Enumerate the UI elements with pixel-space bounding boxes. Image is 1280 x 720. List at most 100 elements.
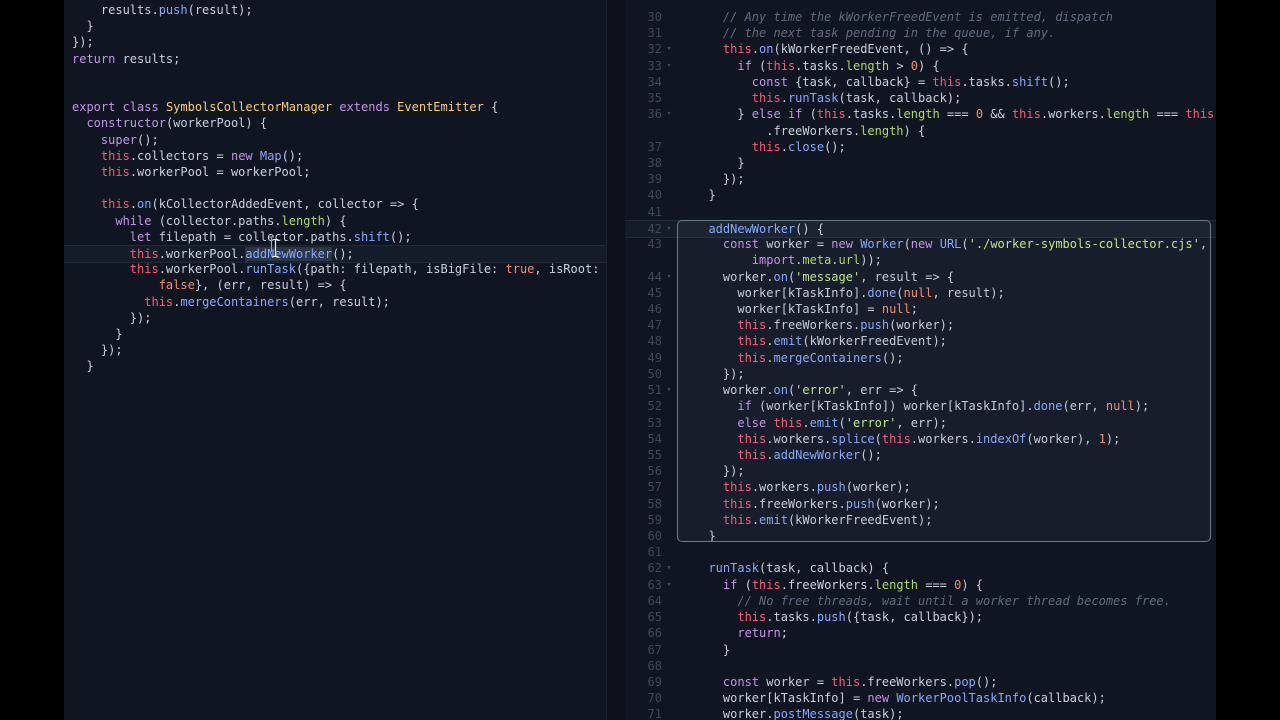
line-number: 62 bbox=[647, 561, 662, 576]
code-text: this.on(kWorkerFreedEvent, () => { bbox=[722, 42, 969, 57]
left-code-line[interactable] bbox=[64, 180, 606, 196]
left-editor-pane[interactable]: results.push(result); }}); return results… bbox=[64, 0, 606, 720]
right-code-line[interactable]: 63 ▾ if (this.freeWorkers.length === 0) { bbox=[625, 577, 1216, 593]
left-code-line[interactable]: while (collector.paths.length) { bbox=[64, 213, 606, 229]
right-code-line[interactable]: 60 } bbox=[625, 528, 1216, 544]
left-code-line[interactable]: } bbox=[64, 326, 606, 342]
code-text: this.workers.push(worker); bbox=[722, 480, 911, 495]
right-code-line[interactable]: 68 bbox=[625, 658, 1216, 674]
code-text: }); bbox=[72, 35, 94, 50]
right-code-line[interactable]: 43 const worker = new Worker(new URL('./… bbox=[625, 236, 1216, 252]
fold-chevron-icon[interactable]: ▾ bbox=[665, 560, 673, 576]
code-text: this.on(kCollectorAddedEvent, collector … bbox=[100, 197, 419, 212]
fold-chevron-icon[interactable]: ▾ bbox=[665, 577, 673, 593]
right-code-line[interactable]: 70 worker[kTaskInfo] = new WorkerPoolTas… bbox=[625, 690, 1216, 706]
right-code-line[interactable]: 34 const {task, callback} = this.tasks.s… bbox=[625, 74, 1216, 90]
left-code-line[interactable]: return results; bbox=[64, 51, 606, 67]
code-text: }); bbox=[694, 464, 745, 479]
fold-chevron-icon[interactable]: ▾ bbox=[665, 58, 673, 74]
right-code-line[interactable]: 31 // the next task pending in the queue… bbox=[625, 25, 1216, 41]
right-code-line[interactable]: 54 this.workers.splice(this.workers.inde… bbox=[625, 431, 1216, 447]
code-text: } bbox=[694, 529, 716, 544]
right-code-line[interactable]: 44 ▾ worker.on('message', result => { bbox=[625, 269, 1216, 285]
line-number: 63 bbox=[647, 577, 662, 592]
left-code-line[interactable] bbox=[64, 83, 606, 99]
right-code-line[interactable]: 71 worker.postMessage(task); bbox=[625, 706, 1216, 720]
right-code-line[interactable]: 39 }); bbox=[625, 171, 1216, 187]
right-code-line[interactable]: 46 worker[kTaskInfo] = null; bbox=[625, 301, 1216, 317]
left-code-line[interactable]: } bbox=[64, 358, 606, 374]
right-code-line[interactable]: 62 ▾ runTask(task, callback) { bbox=[625, 560, 1216, 576]
line-number: 41 bbox=[647, 204, 662, 219]
right-code-line[interactable]: 64 // No free threads, wait until a work… bbox=[625, 593, 1216, 609]
fold-chevron-icon[interactable]: ▾ bbox=[665, 269, 673, 285]
right-code-line[interactable]: 49 this.mergeContainers(); bbox=[625, 350, 1216, 366]
right-code-line[interactable]: 56 }); bbox=[625, 463, 1216, 479]
code-text: return; bbox=[737, 626, 788, 641]
fold-chevron-icon[interactable]: ▾ bbox=[665, 382, 673, 398]
left-code-line[interactable]: }); bbox=[64, 34, 606, 50]
left-code-line[interactable]: }); bbox=[64, 342, 606, 358]
code-text: this.freeWorkers.push(worker); bbox=[722, 496, 940, 511]
right-code-line[interactable]: 65 this.tasks.push({task, callback}); bbox=[625, 609, 1216, 625]
fold-chevron-icon[interactable]: ▾ bbox=[665, 221, 673, 237]
fold-chevron-icon[interactable]: ▾ bbox=[665, 41, 673, 57]
right-code-line[interactable]: 36 ▾ } else if (this.tasks.length === 0 &… bbox=[625, 106, 1216, 122]
line-number: 46 bbox=[647, 301, 662, 316]
right-code-line[interactable]: .freeWorkers.length) { bbox=[625, 123, 1216, 139]
left-code-line[interactable]: this.workerPool.runTask({path: filepath,… bbox=[64, 261, 606, 277]
left-code-line[interactable]: this.collectors = new Map(); bbox=[64, 148, 606, 164]
right-code-line[interactable]: 30 // Any time the kWorkerFreedEvent is … bbox=[625, 9, 1216, 25]
right-code-line[interactable]: 33 ▾ if (this.tasks.length > 0) { bbox=[625, 58, 1216, 74]
right-code-line[interactable]: 53 else this.emit('error', err); bbox=[625, 415, 1216, 431]
line-number: 33 bbox=[647, 58, 662, 73]
right-editor-pane[interactable]: 30 // Any time the kWorkerFreedEvent is … bbox=[625, 0, 1216, 720]
line-number: 32 bbox=[647, 42, 662, 57]
right-code-line[interactable]: 51 ▾ worker.on('error', err => { bbox=[625, 382, 1216, 398]
left-code-line[interactable]: constructor(workerPool) { bbox=[64, 115, 606, 131]
code-text: this.workerPool.runTask({path: filepath,… bbox=[129, 262, 600, 277]
right-code-line[interactable]: 38 } bbox=[625, 155, 1216, 171]
right-code-line[interactable]: 67 } bbox=[625, 642, 1216, 658]
right-code-line[interactable]: 58 this.freeWorkers.push(worker); bbox=[625, 496, 1216, 512]
code-text: worker[kTaskInfo].done(null, result); bbox=[694, 285, 1005, 300]
line-number: 47 bbox=[647, 318, 662, 333]
left-code-line[interactable]: this.on(kCollectorAddedEvent, collector … bbox=[64, 196, 606, 212]
right-code-line[interactable]: 37 this.close(); bbox=[625, 139, 1216, 155]
right-code-line[interactable]: 55 this.addNewWorker(); bbox=[625, 447, 1216, 463]
left-code-line[interactable]: } bbox=[64, 18, 606, 34]
right-code-line[interactable]: 47 this.freeWorkers.push(worker); bbox=[625, 317, 1216, 333]
left-code-line[interactable]: results.push(result); bbox=[64, 2, 606, 18]
line-number: 38 bbox=[647, 155, 662, 170]
left-code-line[interactable]: export class SymbolsCollectorManager ext… bbox=[64, 99, 606, 115]
line-number: 30 bbox=[647, 10, 662, 24]
right-code-line[interactable]: 50 }); bbox=[625, 366, 1216, 382]
right-code-line[interactable]: 59 this.emit(kWorkerFreedEvent); bbox=[625, 512, 1216, 528]
right-code-line[interactable]: 48 this.emit(kWorkerFreedEvent); bbox=[625, 333, 1216, 349]
left-code-line[interactable]: this.workerPool = workerPool; bbox=[64, 164, 606, 180]
left-code-line[interactable]: }); bbox=[64, 310, 606, 326]
fold-chevron-icon[interactable]: ▾ bbox=[665, 106, 673, 122]
right-code-line[interactable]: 40 } bbox=[625, 187, 1216, 203]
left-code-line[interactable] bbox=[64, 67, 606, 83]
right-code-line[interactable]: 35 this.runTask(task, callback); bbox=[625, 90, 1216, 106]
right-code-line[interactable]: 41 bbox=[625, 204, 1216, 220]
line-number: 48 bbox=[647, 334, 662, 349]
left-code-line[interactable]: this.mergeContainers(err, result); bbox=[64, 294, 606, 310]
right-code-line[interactable]: 32 ▾ this.on(kWorkerFreedEvent, () => { bbox=[625, 41, 1216, 57]
left-code-line[interactable]: let filepath = collector.paths.shift(); bbox=[64, 229, 606, 245]
right-code-line[interactable]: 52 if (worker[kTaskInfo]) worker[kTaskIn… bbox=[625, 398, 1216, 414]
code-text: worker[kTaskInfo] = new WorkerPoolTaskIn… bbox=[694, 691, 1106, 706]
right-code-line[interactable]: import.meta.url)); bbox=[625, 252, 1216, 268]
code-text: } bbox=[694, 642, 731, 657]
left-code-line[interactable]: super(); bbox=[64, 132, 606, 148]
right-code-line[interactable]: 57 this.workers.push(worker); bbox=[625, 479, 1216, 495]
left-code-line[interactable]: false}, (err, result) => { bbox=[64, 277, 606, 293]
pane-divider[interactable] bbox=[606, 0, 626, 720]
right-code-line[interactable]: 69 const worker = this.freeWorkers.pop()… bbox=[625, 674, 1216, 690]
right-code-line[interactable]: 66 return; bbox=[625, 625, 1216, 641]
right-code-line[interactable]: 45 worker[kTaskInfo].done(null, result); bbox=[625, 285, 1216, 301]
code-text: this.workerPool = workerPool; bbox=[100, 165, 311, 179]
right-code-line[interactable]: 61 bbox=[625, 544, 1216, 560]
line-number: 43 bbox=[647, 237, 662, 252]
